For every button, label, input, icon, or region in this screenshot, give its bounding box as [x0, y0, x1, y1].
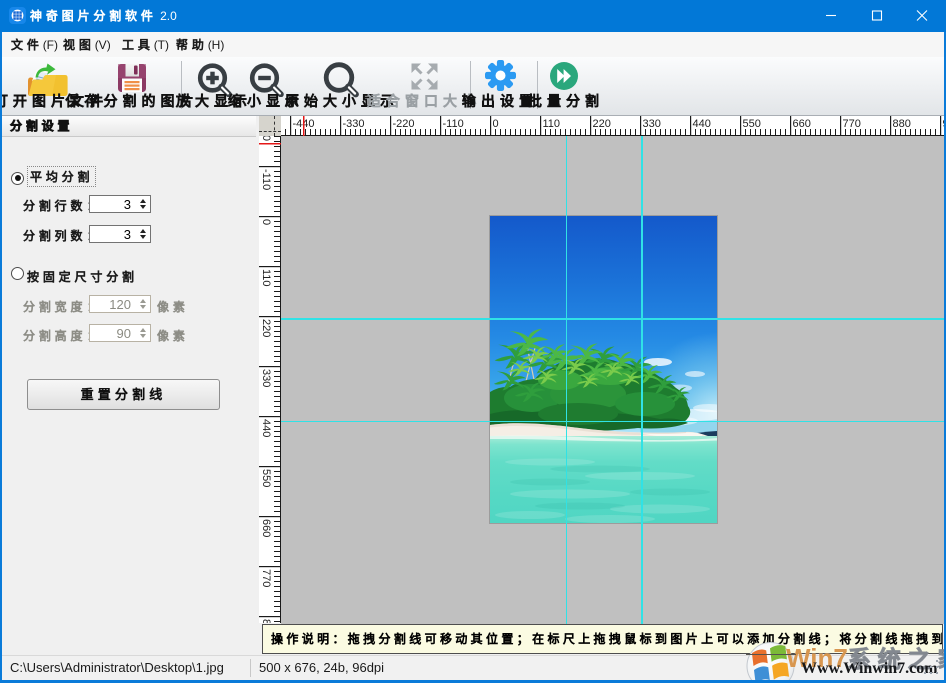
svg-text:880: 880 [893, 118, 911, 130]
svg-text:440: 440 [693, 118, 711, 130]
svg-text:550: 550 [743, 118, 761, 130]
svg-text:550: 550 [260, 469, 272, 487]
svg-text:770: 770 [843, 118, 861, 130]
svg-text:770: 770 [260, 569, 272, 587]
svg-text:330: 330 [643, 118, 661, 130]
svg-text:220: 220 [593, 118, 611, 130]
svg-text:110: 110 [260, 269, 272, 287]
svg-text:660: 660 [260, 519, 272, 537]
svg-text:-220: -220 [393, 118, 415, 130]
svg-text:110: 110 [543, 118, 561, 130]
svg-text:-220: -220 [260, 136, 272, 141]
svg-text:-110: -110 [443, 118, 464, 130]
svg-text:0: 0 [493, 118, 499, 130]
svg-text:880: 880 [260, 619, 272, 623]
svg-text:660: 660 [793, 118, 811, 130]
svg-text:-110: -110 [260, 169, 272, 190]
svg-text:440: 440 [260, 419, 272, 437]
svg-text:0: 0 [260, 219, 272, 225]
svg-text:-330: -330 [343, 118, 365, 130]
svg-text:330: 330 [260, 369, 272, 387]
svg-text:220: 220 [260, 319, 272, 337]
